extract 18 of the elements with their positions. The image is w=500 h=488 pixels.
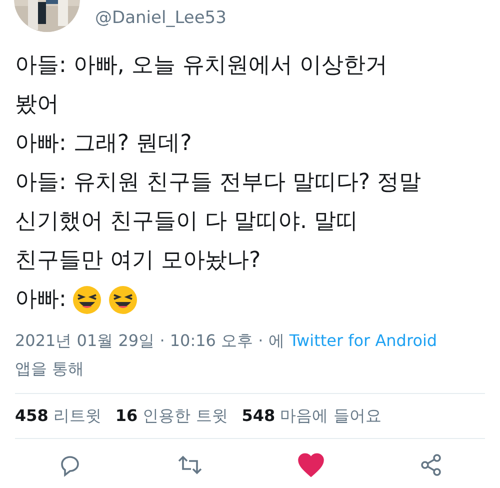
stat-count: 16 xyxy=(115,405,138,427)
source-link[interactable]: Twitter for Android xyxy=(289,331,438,350)
stat-count: 548 xyxy=(242,405,276,427)
stat-label[interactable]: 리트윗 xyxy=(53,404,102,428)
tweet-text: 아빠: 그래? 뭔데? xyxy=(15,130,193,158)
tweet-timestamp: 2021년 01월 29일 · 10:16 오후 · 에 Twitter for Android 앱을 통해 xyxy=(15,330,438,380)
stat-count: 458 xyxy=(15,405,48,427)
laughing-emoji-icon xyxy=(72,284,102,314)
tweet-text: 아들: 아빠, 오늘 유치원에서 이상한거 봤어 xyxy=(15,52,388,119)
tweet-text: 아빠: xyxy=(15,286,66,314)
user-handle[interactable]: @Daniel_Lee53 xyxy=(95,6,226,32)
heart-icon[interactable] xyxy=(298,453,324,477)
laughing-emoji-icon xyxy=(108,284,138,314)
stat-label[interactable]: 마음에 들어요 xyxy=(280,404,382,428)
stat-label[interactable]: 인용한 트윗 xyxy=(142,404,228,428)
share-icon[interactable] xyxy=(418,453,442,477)
tweet-text: 아들: 유치원 친구들 전부다 말띠다? 정말 신기했어 친구들이 다 말띠야. 말띠 친구들만 여기 모아놨나? xyxy=(15,169,422,275)
retweet-icon[interactable] xyxy=(176,453,202,477)
